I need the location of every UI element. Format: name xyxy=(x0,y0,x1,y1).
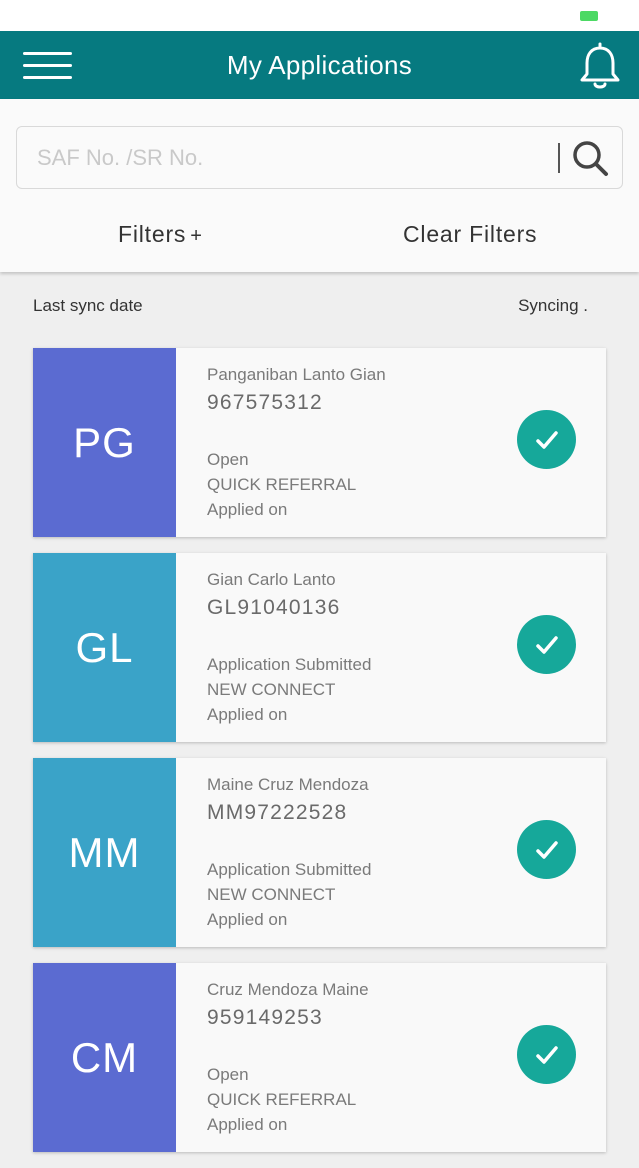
applied-on: Applied on xyxy=(207,1115,288,1134)
applied-on: Applied on xyxy=(207,500,288,519)
application-type: QUICK REFERRAL xyxy=(207,475,357,494)
application-type: NEW CONNECT xyxy=(207,885,336,904)
application-status: Open xyxy=(207,1065,249,1084)
battery-icon xyxy=(580,11,598,21)
filters-button[interactable]: Filters + xyxy=(118,221,203,248)
avatar: PG xyxy=(33,348,176,537)
clear-filters-button[interactable]: Clear Filters xyxy=(403,221,537,248)
application-number: 967575312 xyxy=(207,391,323,414)
sync-status: Syncing . xyxy=(518,296,588,315)
application-card[interactable]: GL Gian Carlo Lanto GL91040136 Applicati… xyxy=(33,553,606,742)
application-number: MM97222528 xyxy=(207,801,348,824)
applied-on: Applied on xyxy=(207,705,288,724)
search-panel: Filters+ Clear Filters xyxy=(0,99,639,272)
application-type: QUICK REFERRAL xyxy=(207,1090,357,1109)
check-icon xyxy=(517,410,576,469)
application-number: GL91040136 xyxy=(207,596,341,619)
check-icon xyxy=(517,820,576,879)
avatar: MM xyxy=(33,758,176,947)
applicant-name: Maine Cruz Mendoza xyxy=(207,775,369,794)
search-box xyxy=(16,126,623,189)
page-title: My Applications xyxy=(226,50,413,80)
applicant-name: Panganiban Lanto Gian xyxy=(207,365,386,384)
application-status: Open xyxy=(207,450,249,469)
filters-label: Filters xyxy=(118,221,187,247)
search-icon[interactable] xyxy=(571,139,611,179)
application-status: Application Submitted xyxy=(207,655,372,674)
application-type: NEW CONNECT xyxy=(207,680,336,699)
avatar: GL xyxy=(33,553,176,742)
application-status: Application Submitted xyxy=(207,860,372,879)
app-header: My Applications xyxy=(0,31,639,99)
search-divider xyxy=(558,143,560,173)
application-number: 959149253 xyxy=(207,1006,323,1029)
avatar: CM xyxy=(33,963,176,1152)
status-bar xyxy=(0,0,639,31)
bell-icon[interactable] xyxy=(579,41,621,91)
application-card[interactable]: MM Maine Cruz Mendoza MM97222528 Applica… xyxy=(33,758,606,947)
applicant-name: Cruz Mendoza Maine xyxy=(207,980,369,999)
last-sync-label: Last sync date xyxy=(33,296,143,315)
check-icon xyxy=(517,1025,576,1084)
application-list: PG Panganiban Lanto Gian 967575312 Open … xyxy=(33,348,606,1168)
applicant-name: Gian Carlo Lanto xyxy=(207,570,336,589)
plus-icon: + xyxy=(190,225,203,247)
search-input[interactable] xyxy=(37,141,537,175)
application-card[interactable]: PG Panganiban Lanto Gian 967575312 Open … xyxy=(33,348,606,537)
applied-on: Applied on xyxy=(207,910,288,929)
application-card[interactable]: CM Cruz Mendoza Maine 959149253 Open QUI… xyxy=(33,963,606,1152)
check-icon xyxy=(517,615,576,674)
